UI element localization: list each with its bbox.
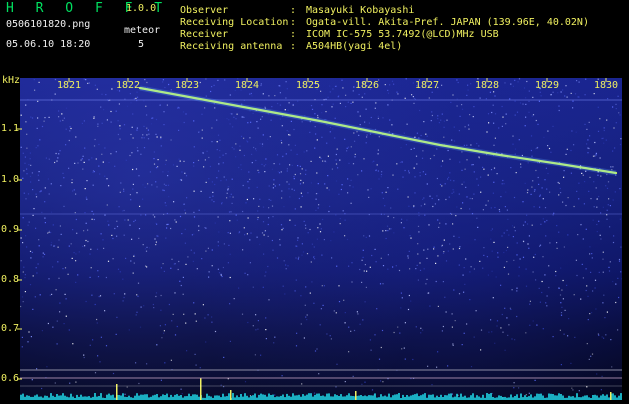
y-tick-label: 0.7 [1, 323, 19, 335]
y-tick-label: 0.8 [1, 274, 19, 286]
x-tick-label: 1821 [57, 80, 81, 92]
spectrogram-overlay [0, 0, 629, 400]
y-tick-label: 1.1 [1, 123, 19, 135]
x-tick-label: 1826 [355, 80, 379, 92]
x-tick-label: 1825 [296, 80, 320, 92]
y-tick-label: 1.0 [1, 174, 19, 186]
x-tick-label: 1824 [235, 80, 259, 92]
x-tick-label: 1828 [475, 80, 499, 92]
y-tick-label: 0.6 [1, 373, 19, 385]
meteor-echo-glow [140, 88, 616, 173]
x-tick-label: 1827 [415, 80, 439, 92]
x-tick-label: 1830 [594, 80, 618, 92]
x-tick-label: 1822 [116, 80, 140, 92]
y-axis-unit: kHz [2, 75, 20, 87]
x-tick-label: 1829 [535, 80, 559, 92]
x-tick-label: 1823 [175, 80, 199, 92]
y-tick-label: 0.9 [1, 224, 19, 236]
